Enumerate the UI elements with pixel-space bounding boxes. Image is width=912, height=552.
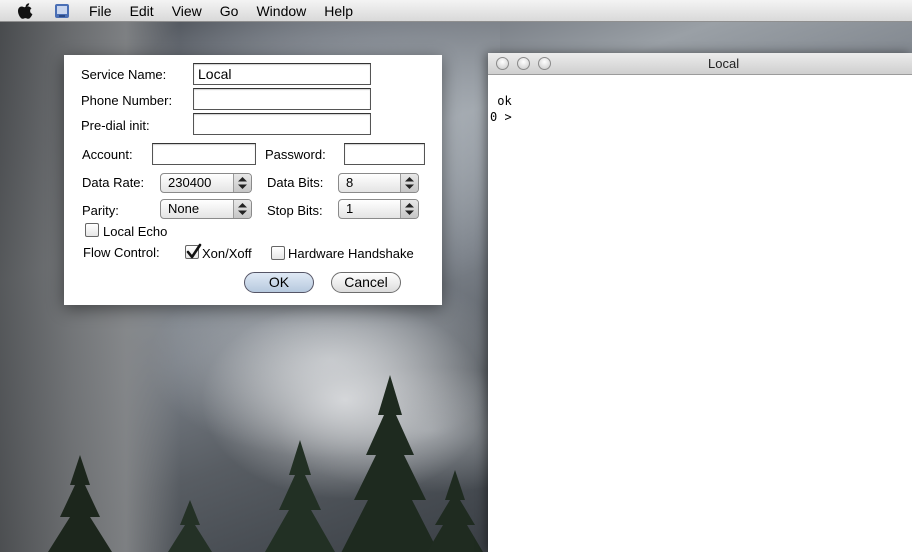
desktop-tree [255, 440, 345, 552]
service-name-field[interactable]: Local [193, 63, 371, 85]
terminal-line: 0 > [490, 110, 512, 124]
popup-arrows-icon [400, 174, 418, 192]
menu-file[interactable]: File [80, 0, 121, 22]
desktop-tree [40, 455, 120, 552]
data-rate-value: 230400 [168, 175, 212, 190]
menu-edit[interactable]: Edit [121, 0, 163, 22]
data-bits-value: 8 [346, 175, 354, 190]
local-echo-label[interactable]: Local Echo [103, 224, 167, 239]
popup-arrows-icon [233, 200, 251, 218]
data-bits-label: Data Bits: [267, 175, 324, 190]
data-rate-label: Data Rate: [82, 175, 145, 190]
terminal-window: Local ok 0 > [488, 53, 912, 552]
terminal-line: ok [490, 94, 512, 108]
password-label: Password: [265, 147, 326, 162]
account-label: Account: [82, 147, 133, 162]
desktop-tree [425, 470, 485, 552]
predial-init-field[interactable] [193, 113, 371, 135]
flow-control-label: Flow Control: [83, 245, 160, 260]
connection-settings-dialog: Service Name: Local Phone Number: Pre-di… [64, 55, 442, 305]
window-title: Local [708, 56, 740, 71]
data-bits-popup[interactable]: 8 [338, 173, 419, 193]
popup-arrows-icon [233, 174, 251, 192]
apple-logo-icon[interactable] [18, 2, 34, 20]
data-rate-popup[interactable]: 230400 [160, 173, 252, 193]
stop-bits-value: 1 [346, 201, 354, 216]
window-titlebar[interactable]: Local [488, 53, 912, 75]
predial-init-label: Pre-dial init: [81, 118, 150, 133]
parity-label: Parity: [82, 203, 119, 218]
password-field[interactable] [344, 143, 425, 165]
menu-help[interactable]: Help [315, 0, 362, 22]
phone-number-label: Phone Number: [81, 93, 173, 108]
stop-bits-popup[interactable]: 1 [338, 199, 419, 219]
popup-arrows-icon [400, 200, 418, 218]
parity-popup[interactable]: None [160, 199, 252, 219]
terminal-output[interactable]: ok 0 > [490, 93, 512, 125]
hardware-handshake-label[interactable]: Hardware Handshake [288, 246, 414, 261]
desktop-tree [160, 500, 220, 552]
application-icon[interactable] [54, 3, 70, 19]
service-name-label: Service Name: [81, 67, 167, 82]
parity-value: None [168, 201, 200, 216]
hardware-handshake-checkbox[interactable] [271, 246, 285, 260]
stop-bits-label: Stop Bits: [267, 203, 323, 218]
menu-window[interactable]: Window [247, 0, 315, 22]
local-echo-checkbox[interactable] [85, 223, 99, 237]
menu-view[interactable]: View [163, 0, 211, 22]
xon-xoff-checkbox[interactable] [185, 243, 202, 259]
account-field[interactable] [152, 143, 256, 165]
menu-go[interactable]: Go [211, 0, 248, 22]
xon-xoff-label[interactable]: Xon/Xoff [202, 246, 252, 261]
phone-number-field[interactable] [193, 88, 371, 110]
menu-bar: File Edit View Go Window Help [0, 0, 912, 22]
cancel-button[interactable]: Cancel [331, 272, 401, 293]
ok-button[interactable]: OK [244, 272, 314, 293]
checkmark-icon [186, 243, 202, 259]
